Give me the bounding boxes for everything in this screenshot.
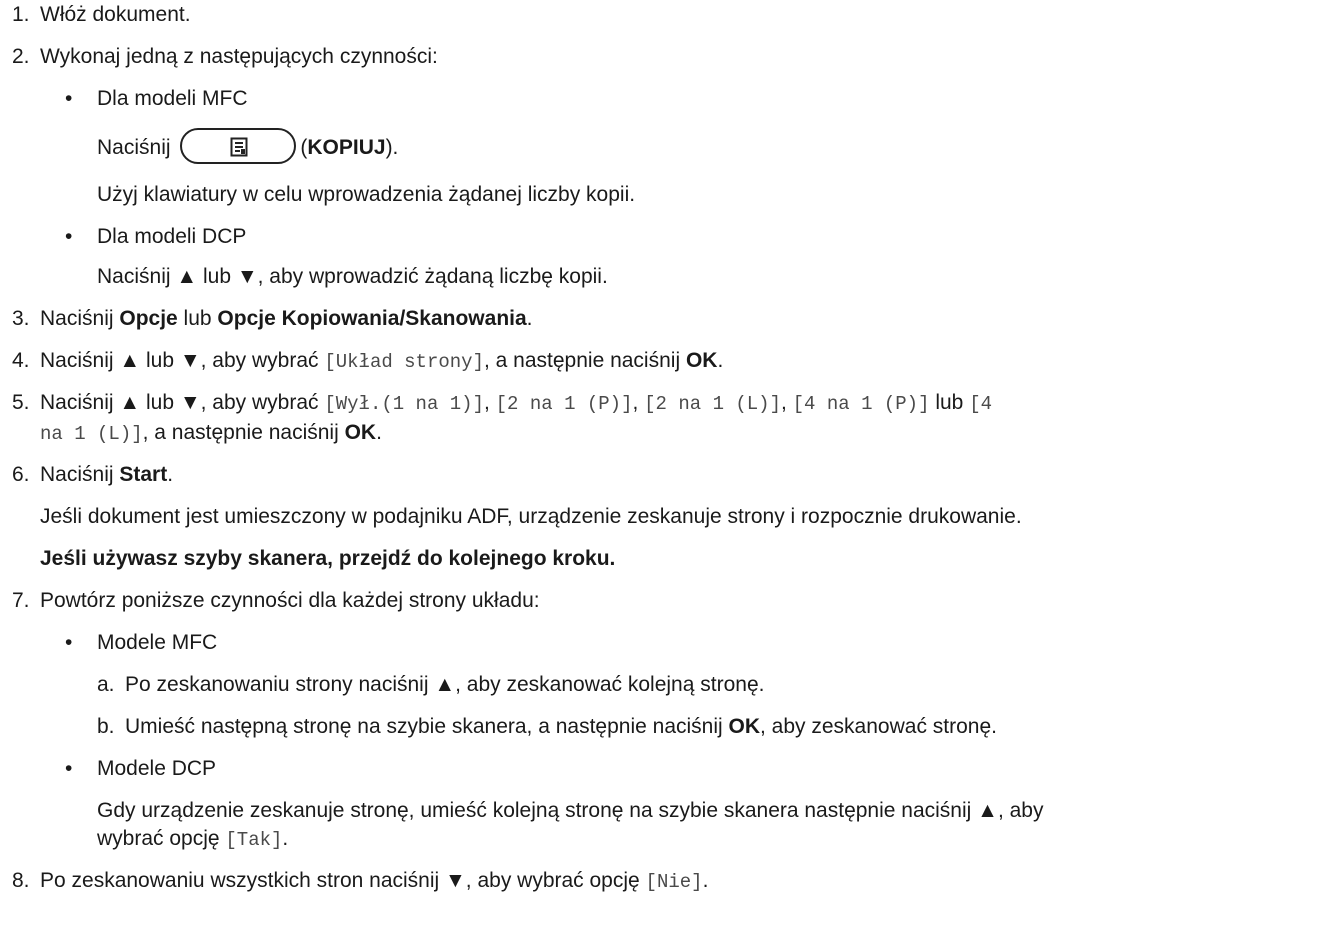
text-run: Po zeskanowaniu wszystkich stron naciśni… (40, 869, 646, 892)
substep-text: Po zeskanowaniu strony naciśnij ▲, aby z… (125, 673, 765, 696)
step-number: 7. (12, 589, 30, 612)
step-5-continued: na 1 (L)], a następnie naciśnij OK. (40, 420, 382, 447)
dcp-scan-text-line1: Gdy urządzenie zeskanuje stronę, umieść … (97, 799, 1044, 822)
step-number: 5. (12, 391, 30, 414)
substep-label: a. (97, 673, 115, 696)
dcp-scan-text-line2: wybrać opcję [Tak]. (97, 826, 288, 853)
bullet-marker: • (65, 631, 73, 654)
text-run: , a następnie naciśnij (483, 349, 686, 372)
text-run: , (632, 391, 645, 414)
text-run: . (167, 463, 174, 486)
text-run: . (702, 869, 709, 892)
text-run: Naciśnij ▲ lub ▼, aby wybrać (40, 391, 325, 414)
instruction-document: 1. Włóż dokument. 2. Wykonaj jedną z nas… (0, 0, 1319, 950)
bullet-marker: • (65, 87, 73, 110)
ok-key-label: OK (685, 349, 718, 372)
step-text: Naciśnij ▲ lub ▼, aby wybrać [Układ stro… (40, 348, 723, 375)
text-run: . (526, 307, 533, 330)
text-run: Umieść następną stronę na szybie skanera… (125, 715, 729, 738)
step-text: Po zeskanowaniu wszystkich stron naciśni… (40, 868, 708, 895)
scanner-glass-note: Jeśli używasz szyby skanera, przejdź do … (40, 547, 616, 570)
dcp-instruction-text: Naciśnij ▲ lub ▼, aby wprowadzić żądaną … (97, 265, 608, 288)
copy-key-label: KOPIUJ (307, 136, 386, 159)
text-run: . (282, 827, 289, 850)
text-run: lub (929, 391, 970, 414)
text-run: , aby zeskanować stronę. (760, 715, 997, 738)
step-text: Naciśnij Start. (40, 462, 173, 488)
text-run: Naciśnij ▲ lub ▼, aby wybrać (40, 349, 325, 372)
adf-note: Jeśli dokument jest umieszczony w podajn… (40, 505, 1022, 528)
bullet-title: Dla modeli MFC (97, 87, 248, 110)
bullet-title: Modele DCP (97, 757, 217, 780)
step-text: Naciśnij ▲ lub ▼, aby wybrać [Wył.(1 na … (40, 390, 992, 417)
step-text: Włóż dokument. (40, 3, 191, 26)
bullet-marker: • (65, 757, 73, 780)
key-close-paren: ). (385, 136, 399, 159)
text-run: wybrać opcję (97, 827, 226, 850)
text-run: , a następnie naciśnij (142, 421, 345, 444)
substep-text: Umieść następną stronę na szybie skanera… (125, 714, 997, 740)
menu-option-2in1-p: [2 na 1 (P)] (495, 393, 633, 415)
options-key-label: Opcje (119, 307, 178, 330)
press-copy-instruction: Naciśnij (KOPIUJ). (97, 128, 398, 168)
step-number: 3. (12, 307, 30, 330)
start-key-label: Start (119, 463, 168, 486)
text-run: , (780, 391, 793, 414)
menu-option-4in1-l-part2: na 1 (L)] (40, 423, 143, 445)
ok-key-label: OK (728, 715, 761, 738)
menu-option-4in1-l-part1: [4 (969, 393, 992, 415)
menu-option-yes: [Tak] (225, 829, 283, 851)
menu-option-page-layout: [Układ strony] (324, 351, 484, 373)
step-number: 1. (12, 3, 30, 26)
step-text: Powtórz poniższe czynności dla każdej st… (40, 589, 540, 612)
step-number: 4. (12, 349, 30, 372)
text-run: lub (177, 307, 218, 330)
menu-option-off: [Wył.(1 na 1)] (324, 393, 484, 415)
step-number: 8. (12, 869, 30, 892)
substep-label: b. (97, 715, 115, 738)
ok-key-label: OK (344, 421, 377, 444)
copy-key (180, 128, 297, 165)
step-text: Wykonaj jedną z następujących czynności: (40, 45, 438, 68)
press-label: Naciśnij (97, 136, 171, 159)
bullet-marker: • (65, 225, 73, 248)
text-run: . (376, 421, 382, 444)
bullet-title: Dla modeli DCP (97, 225, 247, 248)
text-run: Naciśnij (40, 463, 120, 486)
copy-scan-options-key-label: Opcje Kopiowania/Skanowania (217, 307, 527, 330)
menu-option-4in1-p: [4 na 1 (P)] (792, 393, 930, 415)
text-run: Naciśnij (40, 307, 120, 330)
mfc-keypad-text: Użyj klawiatury w celu wprowadzenia żąda… (97, 183, 636, 206)
menu-option-no: [Nie] (645, 871, 703, 893)
text-run: . (717, 349, 724, 372)
text-run: , (483, 391, 496, 414)
copy-document-icon (230, 137, 248, 157)
step-text: Naciśnij Opcje lub Opcje Kopiowania/Skan… (40, 306, 533, 332)
step-number: 2. (12, 45, 30, 68)
menu-option-2in1-l: [2 na 1 (L)] (644, 393, 781, 415)
bullet-title: Modele MFC (97, 631, 218, 654)
step-number: 6. (12, 463, 30, 486)
